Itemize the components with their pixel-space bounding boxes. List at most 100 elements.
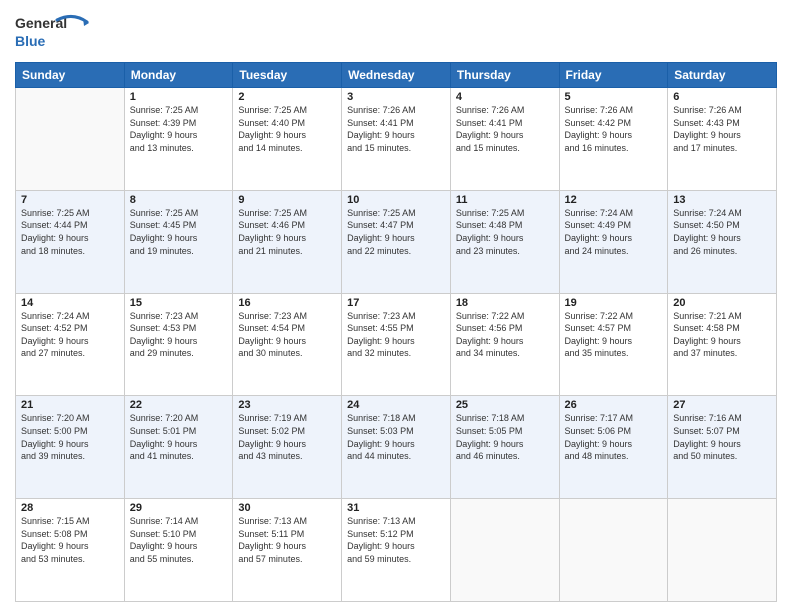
calendar-table: SundayMondayTuesdayWednesdayThursdayFrid… [15, 62, 777, 602]
day-info-line: and 41 minutes. [130, 450, 228, 463]
weekday-monday: Monday [124, 63, 233, 88]
day-info-line: and 14 minutes. [238, 142, 336, 155]
day-info-line: Sunrise: 7:23 AM [130, 310, 228, 323]
calendar-cell: 18Sunrise: 7:22 AMSunset: 4:56 PMDayligh… [450, 293, 559, 396]
day-info-line: Sunrise: 7:24 AM [565, 207, 663, 220]
day-info-line: Daylight: 9 hours [238, 129, 336, 142]
day-info-line: Daylight: 9 hours [130, 335, 228, 348]
day-info-line: Sunrise: 7:26 AM [456, 104, 554, 117]
calendar-cell: 1Sunrise: 7:25 AMSunset: 4:39 PMDaylight… [124, 88, 233, 191]
day-info-line: Daylight: 9 hours [238, 232, 336, 245]
day-info-line: Daylight: 9 hours [456, 129, 554, 142]
day-info-line: Sunrise: 7:16 AM [673, 412, 771, 425]
day-info-line: Sunrise: 7:24 AM [21, 310, 119, 323]
day-info-line: and 53 minutes. [21, 553, 119, 566]
day-info-line: Sunset: 5:07 PM [673, 425, 771, 438]
day-info-line: Daylight: 9 hours [238, 438, 336, 451]
day-info-line: and 39 minutes. [21, 450, 119, 463]
day-number: 21 [21, 399, 119, 411]
day-info-line: and 44 minutes. [347, 450, 445, 463]
day-info-line: Daylight: 9 hours [565, 232, 663, 245]
calendar-cell: 15Sunrise: 7:23 AMSunset: 4:53 PMDayligh… [124, 293, 233, 396]
day-number: 23 [238, 399, 336, 411]
day-number: 1 [130, 91, 228, 103]
day-number: 29 [130, 502, 228, 514]
day-info-line: Sunset: 4:46 PM [238, 219, 336, 232]
day-info-line: Sunrise: 7:13 AM [238, 515, 336, 528]
day-info-line: and 26 minutes. [673, 245, 771, 258]
day-info-line: Sunrise: 7:25 AM [130, 104, 228, 117]
day-info-line: Daylight: 9 hours [673, 129, 771, 142]
day-info-line: Sunset: 4:54 PM [238, 322, 336, 335]
day-number: 4 [456, 91, 554, 103]
day-info-line: Sunset: 4:41 PM [347, 117, 445, 130]
calendar-cell [450, 499, 559, 602]
header: General Blue [15, 10, 777, 54]
day-info-line: Daylight: 9 hours [130, 232, 228, 245]
day-info-line: and 59 minutes. [347, 553, 445, 566]
day-info-line: Sunrise: 7:18 AM [347, 412, 445, 425]
calendar-cell [559, 499, 668, 602]
day-info-line: Sunset: 4:56 PM [456, 322, 554, 335]
calendar-cell: 3Sunrise: 7:26 AMSunset: 4:41 PMDaylight… [342, 88, 451, 191]
day-info-line: Sunset: 4:58 PM [673, 322, 771, 335]
day-info-line: and 17 minutes. [673, 142, 771, 155]
day-info-line: Sunrise: 7:25 AM [347, 207, 445, 220]
weekday-thursday: Thursday [450, 63, 559, 88]
day-number: 3 [347, 91, 445, 103]
day-info-line: Sunrise: 7:26 AM [347, 104, 445, 117]
week-row-1: 1Sunrise: 7:25 AMSunset: 4:39 PMDaylight… [16, 88, 777, 191]
day-info-line: and 16 minutes. [565, 142, 663, 155]
day-info-line: Daylight: 9 hours [673, 438, 771, 451]
day-number: 8 [130, 194, 228, 206]
day-info-line: Sunset: 5:11 PM [238, 528, 336, 541]
calendar-cell: 20Sunrise: 7:21 AMSunset: 4:58 PMDayligh… [668, 293, 777, 396]
day-info-line: Sunrise: 7:25 AM [238, 207, 336, 220]
day-info-line: Sunrise: 7:20 AM [21, 412, 119, 425]
weekday-saturday: Saturday [668, 63, 777, 88]
day-info-line: and 15 minutes. [347, 142, 445, 155]
day-number: 6 [673, 91, 771, 103]
day-number: 18 [456, 297, 554, 309]
day-info-line: Sunrise: 7:19 AM [238, 412, 336, 425]
day-info-line: Sunset: 4:47 PM [347, 219, 445, 232]
day-info-line: Daylight: 9 hours [565, 438, 663, 451]
day-info-line: Daylight: 9 hours [347, 438, 445, 451]
day-info-line: and 24 minutes. [565, 245, 663, 258]
day-info-line: and 22 minutes. [347, 245, 445, 258]
calendar-cell: 2Sunrise: 7:25 AMSunset: 4:40 PMDaylight… [233, 88, 342, 191]
day-info-line: Sunrise: 7:25 AM [238, 104, 336, 117]
day-info-line: Sunrise: 7:17 AM [565, 412, 663, 425]
week-row-2: 7Sunrise: 7:25 AMSunset: 4:44 PMDaylight… [16, 190, 777, 293]
calendar-cell: 21Sunrise: 7:20 AMSunset: 5:00 PMDayligh… [16, 396, 125, 499]
calendar-cell: 5Sunrise: 7:26 AMSunset: 4:42 PMDaylight… [559, 88, 668, 191]
weekday-friday: Friday [559, 63, 668, 88]
calendar-cell [668, 499, 777, 602]
day-info-line: Daylight: 9 hours [130, 129, 228, 142]
day-info-line: Daylight: 9 hours [456, 232, 554, 245]
calendar-cell: 26Sunrise: 7:17 AMSunset: 5:06 PMDayligh… [559, 396, 668, 499]
week-row-3: 14Sunrise: 7:24 AMSunset: 4:52 PMDayligh… [16, 293, 777, 396]
calendar-cell: 24Sunrise: 7:18 AMSunset: 5:03 PMDayligh… [342, 396, 451, 499]
day-number: 13 [673, 194, 771, 206]
day-info-line: and 57 minutes. [238, 553, 336, 566]
calendar-cell: 31Sunrise: 7:13 AMSunset: 5:12 PMDayligh… [342, 499, 451, 602]
day-info-line: Sunrise: 7:14 AM [130, 515, 228, 528]
calendar-cell: 23Sunrise: 7:19 AMSunset: 5:02 PMDayligh… [233, 396, 342, 499]
calendar-cell: 6Sunrise: 7:26 AMSunset: 4:43 PMDaylight… [668, 88, 777, 191]
day-number: 26 [565, 399, 663, 411]
day-info-line: Sunset: 5:12 PM [347, 528, 445, 541]
day-info-line: Sunset: 5:00 PM [21, 425, 119, 438]
day-info-line: Daylight: 9 hours [565, 129, 663, 142]
day-info-line: Daylight: 9 hours [347, 129, 445, 142]
week-row-5: 28Sunrise: 7:15 AMSunset: 5:08 PMDayligh… [16, 499, 777, 602]
day-info-line: Sunset: 5:10 PM [130, 528, 228, 541]
day-info-line: Daylight: 9 hours [347, 540, 445, 553]
calendar-cell: 7Sunrise: 7:25 AMSunset: 4:44 PMDaylight… [16, 190, 125, 293]
day-info-line: Sunrise: 7:26 AM [565, 104, 663, 117]
day-info-line: and 37 minutes. [673, 347, 771, 360]
day-info-line: and 48 minutes. [565, 450, 663, 463]
day-info-line: Sunset: 5:05 PM [456, 425, 554, 438]
day-number: 11 [456, 194, 554, 206]
calendar-cell: 8Sunrise: 7:25 AMSunset: 4:45 PMDaylight… [124, 190, 233, 293]
